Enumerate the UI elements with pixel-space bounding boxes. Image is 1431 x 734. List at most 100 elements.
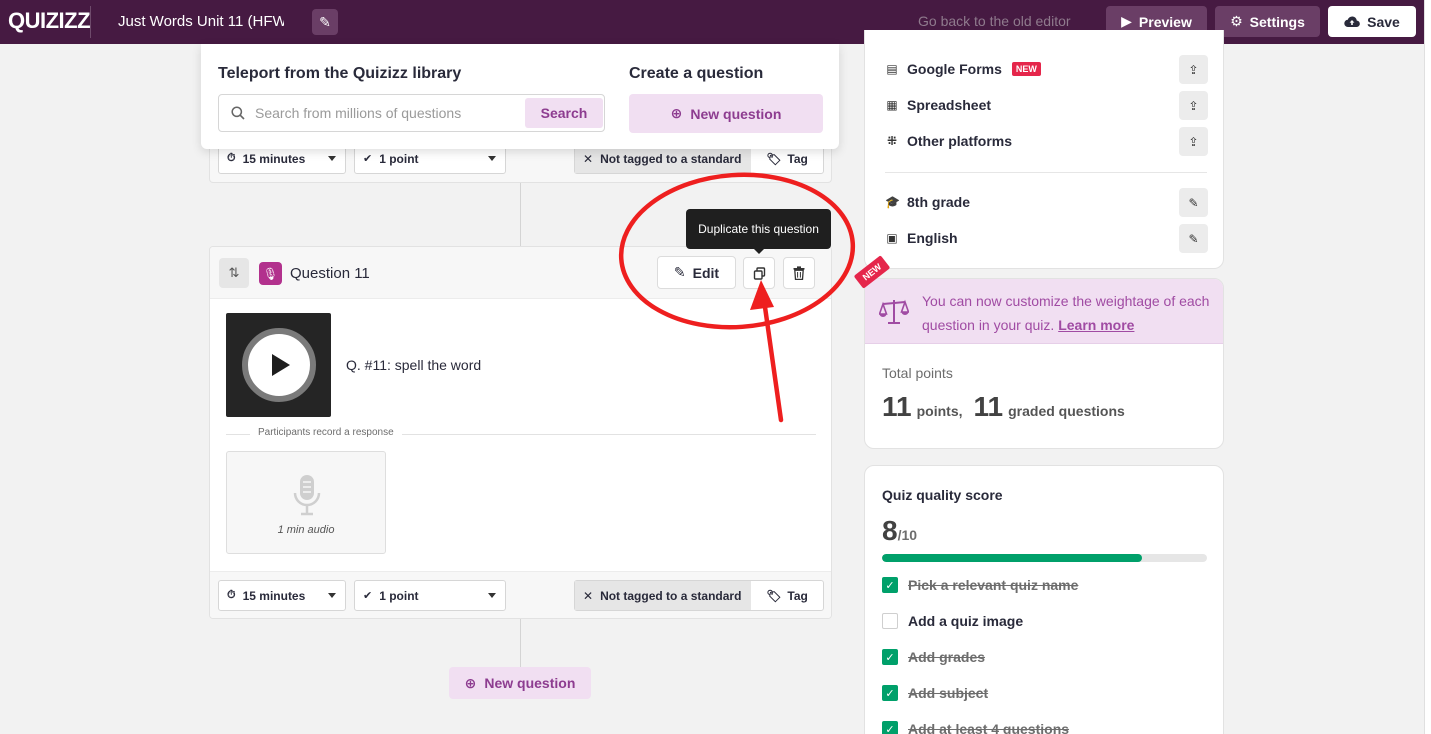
divider — [885, 172, 1207, 173]
graduation-cap-icon: 🎓 — [885, 195, 900, 209]
standard-status[interactable]: ✕ Not tagged to a standard — [575, 581, 751, 610]
subject-row: ▣ English — [885, 230, 957, 246]
checklist-label: Add subject — [908, 685, 989, 701]
audio-question-type-icon: 🎙 — [259, 262, 282, 285]
new-question-label: New question — [484, 675, 576, 691]
upload-button[interactable]: ⇪ — [1179, 55, 1208, 84]
quality-progress-fill — [882, 554, 1142, 562]
close-icon: ✕ — [583, 588, 594, 603]
stopwatch-icon: ⏱ — [227, 152, 236, 164]
stopwatch-icon: ⏱ — [227, 589, 236, 601]
quiz-title[interactable]: Just Words Unit 11 (HFW l — [118, 13, 284, 30]
plus-circle-icon: ⊕ — [464, 674, 477, 691]
import-spreadsheet[interactable]: ▦ Spreadsheet — [885, 97, 991, 113]
checklist-label: Add grades — [908, 649, 986, 665]
checklist-label[interactable]: Add a quiz image — [908, 613, 1023, 629]
edit-label: Edit — [692, 264, 720, 281]
total-points-values: 11 points, 11 graded questions — [882, 391, 1125, 423]
search-button[interactable]: Search — [525, 98, 603, 128]
timeline-connector — [520, 183, 521, 246]
settings-label: Settings — [1249, 13, 1305, 30]
chevron-down-icon — [488, 156, 496, 161]
weightage-text: You can now customize the weightage of e… — [922, 289, 1212, 337]
quality-score-title: Quiz quality score — [882, 487, 1003, 503]
pencil-icon: ✎ — [1188, 231, 1199, 246]
checked-checkbox-icon: ✓ — [882, 685, 898, 701]
checked-checkbox-icon: ✓ — [882, 577, 898, 593]
settings-button[interactable]: ⚙ Settings — [1215, 6, 1320, 37]
import-label: Other platforms — [907, 133, 1013, 149]
tag-button[interactable]: 🏷 Tag — [751, 581, 823, 610]
checklist-item: Add a quiz image — [882, 613, 1023, 629]
duplicate-question-button[interactable] — [743, 257, 775, 289]
standard-tag-group: ✕ Not tagged to a standard 🏷 Tag — [574, 580, 824, 611]
document-icon: ▤ — [886, 62, 898, 76]
tag-label: Tag — [787, 151, 808, 166]
response-type-label: Participants record a response — [250, 427, 402, 438]
old-editor-link[interactable]: Go back to the old editor — [918, 13, 1071, 29]
grid-icon: ⁜ — [886, 134, 898, 148]
learn-more-link[interactable]: Learn more — [1058, 317, 1134, 333]
import-panel: ▤ Google Forms NEW ⇪ ▦ Spreadsheet ⇪ ⁜ O… — [864, 30, 1224, 269]
import-google-forms[interactable]: ▤ Google Forms NEW — [885, 61, 1041, 77]
save-button[interactable]: Save — [1328, 6, 1416, 37]
score-value: 8 — [882, 515, 898, 546]
edit-subject-button[interactable]: ✎ — [1179, 224, 1208, 253]
question-card: ⇅ 🎙 Question 11 ✎ Edit Q. #11: spell the… — [209, 246, 832, 619]
quality-score-panel: Quiz quality score 8 /10 ✓ Pick a relevan… — [864, 465, 1224, 734]
quizizz-logo[interactable]: QUIZIZZ — [8, 8, 91, 34]
tag-label: Tag — [787, 588, 808, 603]
copy-icon — [753, 266, 765, 280]
cloud-upload-icon — [1344, 16, 1360, 28]
audio-duration: 1 min audio — [277, 524, 335, 536]
microphone-icon — [293, 475, 321, 516]
quality-progress-bar — [882, 554, 1207, 562]
chevron-down-icon — [488, 593, 496, 598]
balance-scale-icon — [879, 299, 909, 324]
library-heading: Teleport from the Quizizz library — [218, 65, 462, 82]
tag-icon: 🏷 — [766, 151, 782, 166]
checked-checkbox-icon: ✓ — [882, 649, 898, 665]
points-value: 1 point — [379, 151, 419, 166]
audio-response-placeholder: 1 min audio — [226, 451, 386, 554]
checklist-item: ✓ Add grades — [882, 649, 985, 665]
pencil-icon: ✎ — [1188, 195, 1199, 210]
audio-player[interactable] — [226, 313, 331, 417]
points-panel: You can now customize the weightage of e… — [864, 278, 1224, 449]
points-count: 11 — [882, 391, 912, 422]
search-icon — [231, 106, 245, 120]
points-select[interactable]: ✔ 1 point — [354, 580, 506, 611]
upload-button[interactable]: ⇪ — [1179, 127, 1208, 156]
total-points-label: Total points — [882, 365, 953, 381]
create-new-question-button[interactable]: ⊕ New question — [629, 94, 823, 133]
question-text: Q. #11: spell the word — [346, 357, 482, 373]
new-question-button[interactable]: ⊕ New question — [449, 667, 591, 699]
import-other-platforms[interactable]: ⁜ Other platforms — [885, 133, 1012, 149]
timeline-connector — [520, 619, 521, 667]
reorder-button[interactable]: ⇅ — [219, 258, 249, 288]
edit-grade-button[interactable]: ✎ — [1179, 188, 1208, 217]
question-title: Question 11 — [290, 265, 370, 282]
delete-question-button[interactable] — [783, 257, 815, 289]
checklist-item: ✓ Add subject — [882, 685, 988, 701]
edit-question-button[interactable]: ✎ Edit — [657, 256, 736, 289]
close-icon: ✕ — [583, 151, 594, 166]
play-button[interactable] — [241, 328, 316, 402]
question-header: ⇅ 🎙 Question 11 ✎ Edit — [210, 247, 831, 299]
search-input[interactable] — [255, 96, 519, 130]
graded-count: 11 — [973, 391, 1004, 422]
save-label: Save — [1367, 13, 1400, 30]
edit-title-button[interactable]: ✎ — [312, 9, 338, 35]
checked-checkbox-icon: ✓ — [882, 721, 898, 734]
time-value: 15 minutes — [242, 588, 306, 603]
window-scrollbar[interactable] — [1424, 0, 1431, 734]
grade-row: 🎓 8th grade — [885, 194, 970, 210]
time-select[interactable]: ⏱ 15 minutes — [218, 580, 346, 611]
grade-label: 8th grade — [907, 194, 971, 210]
upload-button[interactable]: ⇪ — [1179, 91, 1208, 120]
pencil-icon: ✎ — [319, 13, 331, 30]
play-icon: ▶ — [1121, 13, 1132, 29]
create-heading: Create a question — [629, 65, 764, 82]
chevron-down-icon — [328, 593, 336, 598]
standard-label: Not tagged to a standard — [600, 151, 742, 166]
